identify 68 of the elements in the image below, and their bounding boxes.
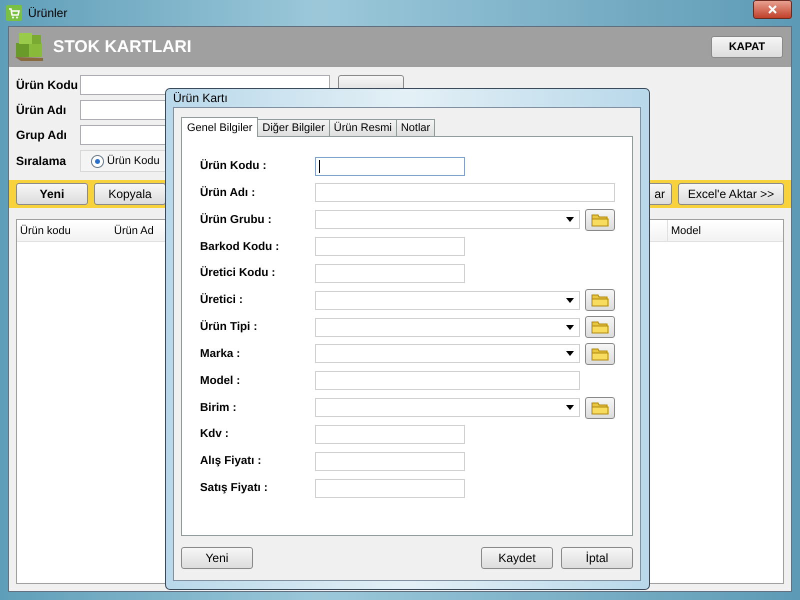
field-label: Ürün Grubu : (200, 214, 273, 226)
input-field[interactable] (315, 156, 465, 176)
input-field[interactable] (315, 478, 465, 498)
field-label: Model : (200, 374, 242, 387)
field-label: Satış Fiyatı : (200, 482, 269, 494)
caret-icon (566, 351, 574, 356)
field-label: Ürün Tipi : (200, 321, 258, 334)
browse-button[interactable] (585, 208, 615, 231)
radio-label: Ürün Kodu (107, 155, 160, 167)
caret-icon (566, 324, 574, 330)
dropdown-field[interactable] (315, 210, 580, 230)
browse-button[interactable] (585, 342, 615, 365)
tab[interactable]: Genel Bilgiler (181, 117, 258, 137)
dialog-button[interactable]: Yeni (181, 547, 253, 569)
tab[interactable]: Notlar (396, 119, 436, 136)
text-cursor (319, 160, 320, 172)
input-field[interactable] (315, 371, 580, 390)
field-label: Kdv : (200, 428, 230, 440)
close-button[interactable]: KAPAT (711, 36, 783, 58)
dropdown-field[interactable] (315, 344, 580, 364)
input-field[interactable] (315, 452, 465, 471)
toolbar-button[interactable]: Kopyala (94, 183, 166, 205)
browse-button[interactable] (585, 316, 615, 338)
field-label: Ürün Adı : (200, 186, 256, 199)
field-label: Marka : (200, 348, 242, 360)
dialog-title: Ürün Kartı (173, 91, 228, 105)
tab[interactable]: Ürün Resmi (328, 119, 397, 136)
boxes-icon (13, 31, 45, 63)
folder-icon (591, 212, 609, 227)
field-label: Ürün Adı (16, 103, 68, 117)
cart-icon (6, 5, 22, 21)
column-header[interactable]: Ürün kodu (17, 220, 111, 241)
tab[interactable]: Diğer Bilgiler (257, 119, 330, 136)
caret-icon (566, 298, 574, 303)
dropdown-field[interactable] (315, 398, 580, 418)
input-field[interactable] (315, 183, 615, 202)
input-field[interactable] (315, 237, 465, 256)
folder-icon (591, 346, 609, 361)
caret-icon (566, 217, 574, 222)
field-label: Ürün Kodu (16, 78, 79, 92)
toolbar-button[interactable]: Excel'e Aktar >> (678, 183, 784, 205)
browse-button[interactable] (585, 396, 615, 419)
field-label: Alış Fiyatı : (200, 455, 262, 468)
field-label: Sıralama (16, 154, 68, 168)
dropdown-field[interactable] (315, 318, 580, 337)
dialog-button[interactable]: Kaydet (481, 547, 553, 569)
input-field[interactable] (315, 264, 465, 283)
folder-icon (591, 400, 609, 415)
folder-icon (591, 293, 609, 308)
field-label: Grup Adı (16, 128, 68, 142)
dropdown-field[interactable] (315, 290, 580, 310)
field-label: Birim : (200, 402, 238, 414)
folder-icon (591, 320, 609, 334)
close-icon (768, 5, 777, 14)
column-header[interactable]: Model (667, 220, 704, 241)
radio-button[interactable] (91, 154, 104, 168)
field-label: Üretici Kodu : (200, 267, 276, 280)
page-title: STOK KARTLARI (53, 37, 192, 57)
window-title: Ürünler (28, 6, 68, 20)
caret-icon (566, 405, 574, 410)
dialog-button[interactable]: İptal (561, 547, 633, 569)
field-label: Ürün Kodu : (200, 160, 268, 172)
browse-button[interactable] (585, 289, 615, 312)
close-button[interactable] (753, 0, 792, 19)
toolbar-button[interactable]: Yeni (16, 183, 88, 205)
field-label: Barkod Kodu : (200, 240, 280, 253)
field-label: Üretici : (200, 294, 244, 306)
input-field[interactable] (315, 424, 465, 444)
